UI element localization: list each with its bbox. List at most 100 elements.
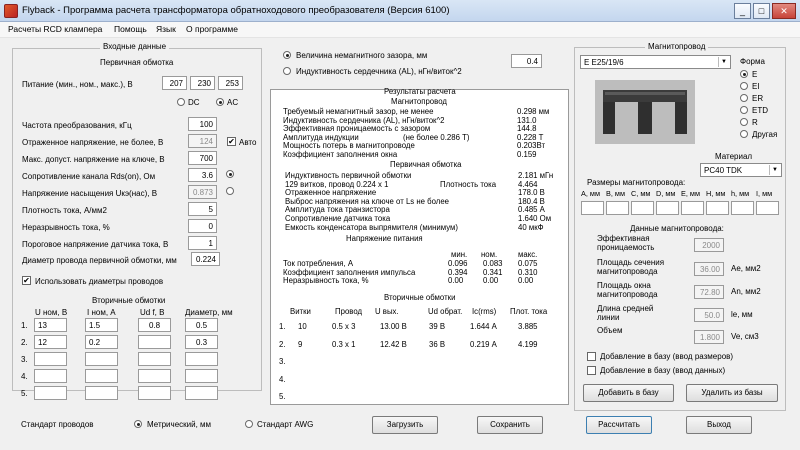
vce-sat-input[interactable]: 0.873: [188, 185, 217, 199]
current-density-label: Плотность тока, А/мм2: [22, 206, 107, 215]
dim-label: I, мм: [756, 189, 773, 198]
reflected-voltage-input[interactable]: 124: [188, 134, 217, 148]
al-radio[interactable]: [283, 67, 291, 75]
core-select-value: E E25/19/6: [584, 58, 624, 67]
maximize-button[interactable]: □: [753, 3, 770, 19]
core-data-label: Эффективная проницаемость: [597, 234, 655, 252]
app-icon: [4, 4, 18, 18]
continuity-input[interactable]: 0: [188, 219, 217, 233]
minimize-button[interactable]: _: [734, 3, 751, 19]
max-switch-voltage-input[interactable]: 700: [188, 151, 217, 165]
dim-input[interactable]: [631, 201, 654, 215]
sec-voltage-input[interactable]: [34, 386, 67, 400]
sec-row-number: 2.: [21, 338, 28, 347]
sec-current-input[interactable]: 0.2: [85, 335, 118, 349]
al-label: Индуктивность сердечника (AL), нГн/виток…: [296, 67, 462, 76]
results-secondary-col-header: Плот. тока: [510, 307, 548, 316]
supply-min-input[interactable]: 207: [162, 76, 187, 90]
use-diameters-checkbox[interactable]: ✔: [22, 276, 31, 285]
sec-voltage-input[interactable]: [34, 369, 67, 383]
sec-diameter-input[interactable]: [185, 352, 218, 366]
shape-radio-0[interactable]: [740, 70, 748, 78]
calculate-button[interactable]: Рассчитать: [586, 416, 652, 434]
sec-diode-input[interactable]: [138, 386, 171, 400]
add-dims-checkbox[interactable]: [587, 352, 596, 361]
dim-input[interactable]: [706, 201, 729, 215]
sec-row-number: 4.: [21, 372, 28, 381]
sec-voltage-input[interactable]: 13: [34, 318, 67, 332]
result-secondary-cell: 39 В: [429, 322, 446, 331]
auto-checkbox[interactable]: ✔: [227, 137, 236, 146]
menu-help[interactable]: Помощь: [114, 24, 147, 34]
gap-radio[interactable]: [283, 51, 291, 59]
dim-input[interactable]: [581, 201, 604, 215]
freq-input[interactable]: 100: [188, 117, 217, 131]
exit-button[interactable]: Выход: [686, 416, 752, 434]
core-data-input[interactable]: 50.0: [694, 308, 724, 322]
dim-input[interactable]: [606, 201, 629, 215]
load-button[interactable]: Загрузить: [372, 416, 438, 434]
close-button[interactable]: ✕: [772, 3, 796, 19]
add-to-db-button[interactable]: Добавить в базу: [583, 384, 674, 402]
sec-current-input[interactable]: [85, 352, 118, 366]
sec-diameter-input[interactable]: 0.3: [185, 335, 218, 349]
core-image: [595, 80, 695, 144]
current-density-input[interactable]: 5: [188, 202, 217, 216]
result-value-max: 0.00: [518, 276, 534, 286]
rds-radio[interactable]: [226, 170, 234, 178]
shape-radio-3[interactable]: [740, 106, 748, 114]
material-select[interactable]: PC40 TDK ▼: [700, 163, 782, 177]
shape-label-1: EI: [752, 82, 760, 91]
ac-radio[interactable]: [216, 98, 224, 106]
sec-current-input[interactable]: [85, 386, 118, 400]
sec-current-input[interactable]: [85, 369, 118, 383]
dc-radio[interactable]: [177, 98, 185, 106]
awg-radio[interactable]: [245, 420, 253, 428]
sense-threshold-input[interactable]: 1: [188, 236, 217, 250]
core-data-input[interactable]: 36.00: [694, 262, 724, 276]
dim-input[interactable]: [731, 201, 754, 215]
core-data-input[interactable]: 2000: [694, 238, 724, 252]
shape-radio-2[interactable]: [740, 94, 748, 102]
results-secondary-col-header: Ud обрат.: [428, 307, 463, 316]
dim-input[interactable]: [656, 201, 679, 215]
sec-diode-input[interactable]: [138, 335, 171, 349]
dim-label: H, мм: [706, 189, 726, 198]
sec-diode-input[interactable]: 0.8: [138, 318, 171, 332]
supply-nom-input[interactable]: 230: [190, 76, 215, 90]
sec-diameter-input[interactable]: [185, 386, 218, 400]
sec-voltage-input[interactable]: 12: [34, 335, 67, 349]
rds-input[interactable]: 3.6: [188, 168, 217, 182]
result-secondary-row-number: 4.: [279, 374, 286, 384]
core-data-input[interactable]: 1.800: [694, 330, 724, 344]
sec-diode-input[interactable]: [138, 369, 171, 383]
result-secondary-cell: 0.219 А: [470, 339, 497, 349]
delete-from-db-button[interactable]: Удалить из базы: [686, 384, 778, 402]
sec-diameter-input[interactable]: 0.5: [185, 318, 218, 332]
dim-input[interactable]: [681, 201, 704, 215]
sec-diode-input[interactable]: [138, 352, 171, 366]
continuity-label: Неразрывность тока, %: [22, 223, 110, 232]
shape-radio-1[interactable]: [740, 82, 748, 90]
supply-max-input[interactable]: 253: [218, 76, 243, 90]
vce-sat-radio[interactable]: [226, 187, 234, 195]
gap-input[interactable]: 0.4: [511, 54, 542, 68]
shape-radio-4[interactable]: [740, 118, 748, 126]
dim-input[interactable]: [756, 201, 779, 215]
shape-radio-5[interactable]: [740, 130, 748, 138]
result-secondary-row-number: 3.: [279, 357, 286, 366]
core-select[interactable]: E E25/19/6 ▼: [580, 55, 731, 69]
primary-diameter-input[interactable]: 0.224: [191, 252, 220, 266]
sec-current-input[interactable]: 1.5: [85, 318, 118, 332]
shape-label-2: ER: [752, 94, 764, 103]
menu-language[interactable]: Язык: [156, 24, 176, 34]
sec-voltage-input[interactable]: [34, 352, 67, 366]
core-data-input[interactable]: 72.80: [694, 285, 724, 299]
result-secondary-cell: 36 В: [429, 339, 446, 349]
metric-radio[interactable]: [134, 420, 142, 428]
menu-about[interactable]: О программе: [186, 24, 238, 34]
save-button[interactable]: Сохранить: [477, 416, 543, 434]
add-data-checkbox[interactable]: [587, 366, 596, 375]
menu-rcd[interactable]: Расчеты RCD клампера: [8, 24, 102, 34]
sec-diameter-input[interactable]: [185, 369, 218, 383]
